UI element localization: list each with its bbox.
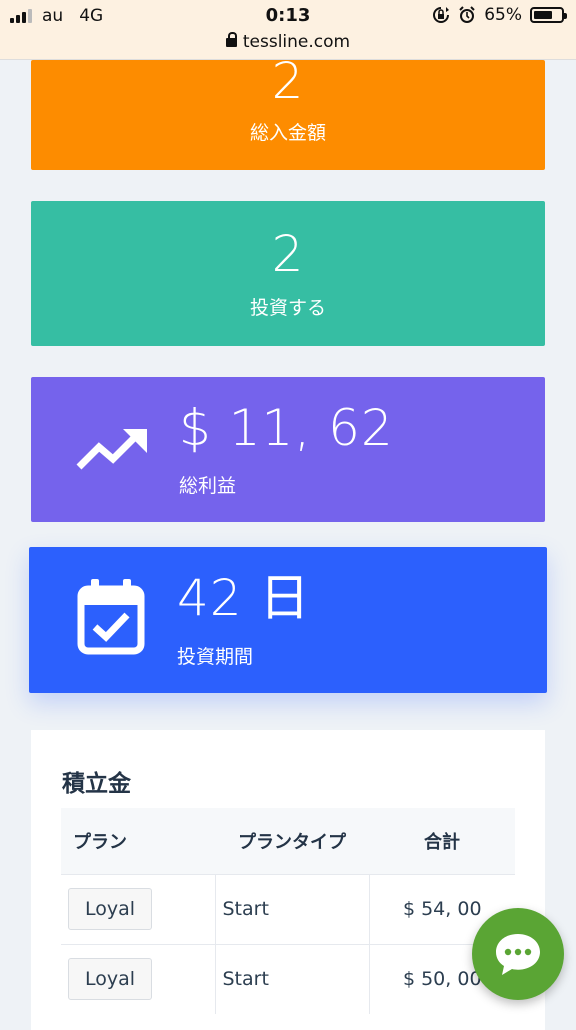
plan-button[interactable]: Loyal [68,888,153,930]
alarm-icon [459,6,475,23]
lock-icon [225,32,237,47]
card-value: 2 [271,52,305,110]
calendar-check-icon [77,579,145,659]
table-row: Loyal Start $ 54, 00 [61,873,515,944]
status-bar: au 4G 0:13 65% tessline.com [0,0,576,60]
trending-up-icon [75,425,149,477]
battery-percent: 65% [484,5,522,25]
battery-icon [530,7,567,23]
savings-table: プラン プランタイプ 合計 Loyal Start $ 54, 00 Loyal… [61,808,515,1014]
column-header: プラン [61,808,215,874]
card-label: 投資する [249,297,326,319]
plan-button[interactable]: Loyal [68,958,153,1001]
table-header: プラン プランタイプ 合計 [61,808,515,874]
url-text: tessline.com [242,32,351,52]
card-value: 2 [271,225,305,283]
card-value: $ 11, 62 [179,399,394,457]
column-header: プランタイプ [215,808,369,874]
orientation-lock-icon [433,7,450,23]
savings-panel: 積立金 プラン プランタイプ 合計 Loyal Start $ 54, 00 L… [31,730,545,1030]
card-total-deposit: 2 総入金額 [31,56,545,170]
plan-type-cell: Start [214,943,369,1014]
table-row: Loyal Start $ 50, 00 [61,943,515,1014]
chat-button[interactable] [472,908,564,1000]
card-investments: 2 投資する [31,201,545,346]
card-label: 投資期間 [177,646,254,668]
column-header: 合計 [369,808,515,874]
panel-title: 積立金 [62,771,131,797]
card-label: 総入金額 [249,122,326,144]
card-investment-period: 42 日 投資期間 [29,547,547,693]
card-value: 42 日 [177,569,311,627]
card-label: 総利益 [179,475,237,497]
chat-bubble-icon [496,934,540,975]
card-total-profit: $ 11, 62 総利益 [31,377,545,522]
status-right: 65% [432,5,567,25]
plan-type-cell: Start [214,873,369,944]
url-bar[interactable]: tessline.com [0,32,576,52]
